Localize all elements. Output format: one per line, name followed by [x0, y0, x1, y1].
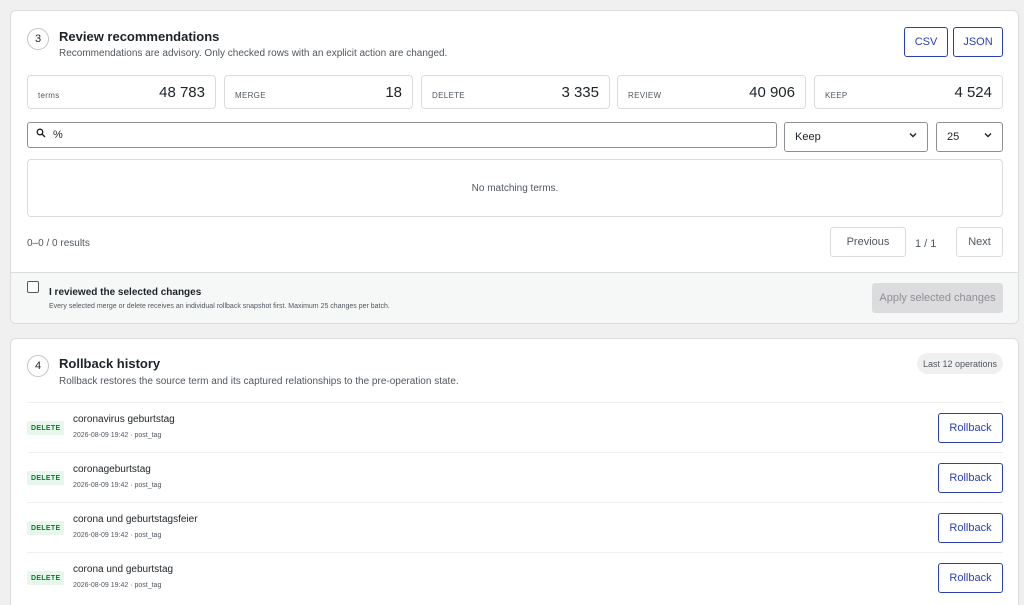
search-icon — [36, 128, 46, 141]
operation-term: corona und geburtstagsfeier — [73, 514, 198, 525]
stat-value: 48 783 — [159, 84, 205, 101]
per-page-select[interactable]: 25 — [936, 122, 1003, 152]
rollback-button[interactable]: Rollback — [938, 413, 1003, 443]
operation-meta: 2026-08-09 19:42 · post_tag — [73, 582, 162, 589]
rollback-snapshot-note: Every selected merge or delete receives … — [49, 303, 390, 310]
stat-label: KEEP — [825, 91, 848, 100]
reviewed-checkbox[interactable] — [27, 281, 39, 293]
action-filter-value: Keep — [795, 131, 821, 143]
rollback-history-panel: 4 Rollback history Rollback restores the… — [10, 338, 1019, 605]
operation-row: DELETE corona und geburtstag 2026-08-09 … — [27, 552, 1003, 602]
page-indicator: 1 / 1 — [915, 238, 937, 250]
operation-row: DELETE corona und geburtstagsfeier 2026-… — [27, 502, 1003, 552]
stat-value: 3 335 — [561, 84, 599, 101]
operation-meta: 2026-08-09 19:42 · post_tag — [73, 432, 162, 439]
delete-badge: DELETE — [27, 571, 65, 585]
section-subtitle: Recommendations are advisory. Only check… — [59, 48, 448, 59]
section-title: Rollback history — [59, 356, 161, 371]
review-recommendations-panel: 3 Review recommendations Recommendations… — [10, 10, 1019, 324]
export-json-button[interactable]: JSON — [953, 27, 1003, 57]
delete-badge: DELETE — [27, 521, 65, 535]
reviewed-checkbox-label: I reviewed the selected changes — [49, 287, 202, 298]
per-page-value: 25 — [947, 131, 960, 143]
stat-value: 40 906 — [749, 84, 795, 101]
next-page-button[interactable]: Next — [956, 227, 1003, 257]
operation-row: DELETE coronageburtstag 2026-08-09 19:42… — [27, 452, 1003, 502]
apply-footer: I reviewed the selected changes Every se… — [11, 272, 1018, 323]
stat-value: 18 — [385, 84, 402, 101]
empty-results-message: No matching terms. — [27, 159, 1003, 217]
results-count: 0–0 / 0 results — [27, 238, 90, 249]
stat-keep: KEEP 4 524 — [814, 75, 1003, 109]
operation-row: DELETE coronavirus geburtstag 2026-08-09… — [27, 402, 1003, 452]
delete-badge: DELETE — [27, 471, 65, 485]
previous-page-button[interactable]: Previous — [830, 227, 906, 257]
stat-label: REVIEW — [628, 91, 662, 100]
chevron-down-icon — [983, 130, 993, 143]
stat-label: MERGE — [235, 91, 266, 100]
operations-count-badge: Last 12 operations — [917, 353, 1003, 374]
stat-value: 4 524 — [954, 84, 992, 101]
rollback-button[interactable]: Rollback — [938, 463, 1003, 493]
stat-terms: terms 48 783 — [27, 75, 216, 109]
rollback-button[interactable]: Rollback — [938, 563, 1003, 593]
action-filter-select[interactable]: Keep — [784, 122, 928, 152]
delete-badge: DELETE — [27, 421, 65, 435]
rollback-button[interactable]: Rollback — [938, 513, 1003, 543]
search-value: % — [53, 129, 63, 141]
operation-meta: 2026-08-09 19:42 · post_tag — [73, 482, 162, 489]
stat-review: REVIEW 40 906 — [617, 75, 806, 109]
apply-selected-changes-button[interactable]: Apply selected changes — [872, 283, 1003, 313]
operation-term: coronavirus geburtstag — [73, 414, 175, 425]
stat-merge: MERGE 18 — [224, 75, 413, 109]
operation-term: corona und geburtstag — [73, 564, 174, 575]
step-number: 3 — [27, 28, 49, 50]
operation-term: coronageburtstag — [73, 464, 151, 475]
section-subtitle: Rollback restores the source term and it… — [59, 376, 459, 387]
chevron-down-icon — [908, 130, 918, 143]
stat-label: DELETE — [432, 91, 465, 100]
search-input[interactable]: % — [27, 122, 777, 148]
stat-delete: DELETE 3 335 — [421, 75, 610, 109]
section-title: Review recommendations — [59, 29, 220, 44]
export-csv-button[interactable]: CSV — [904, 27, 948, 57]
stat-label: terms — [38, 91, 60, 100]
operation-meta: 2026-08-09 19:42 · post_tag — [73, 532, 162, 539]
step-number: 4 — [27, 355, 49, 377]
